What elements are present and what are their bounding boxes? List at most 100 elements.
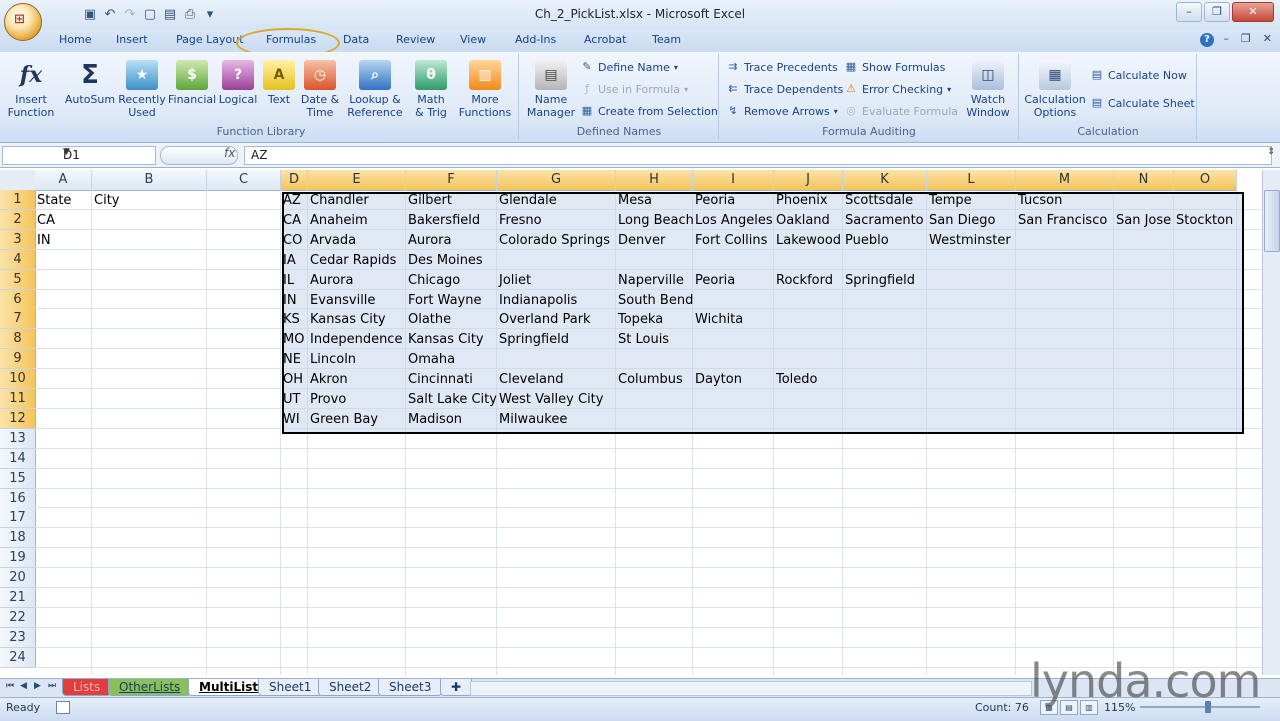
row-header-23[interactable]: 23 (0, 627, 36, 648)
cell[interactable]: Denver (618, 231, 665, 250)
tab-add-ins[interactable]: Add-Ins (515, 33, 556, 46)
row-header-10[interactable]: 10 (0, 369, 36, 390)
calculate-sheet-button[interactable]: ▤ Calculate Sheet (1090, 96, 1195, 110)
tab-page-layout[interactable]: Page Layout (176, 33, 244, 46)
row-header-15[interactable]: 15 (0, 468, 36, 489)
column-header-m[interactable]: M (1016, 170, 1114, 191)
math-trig-button[interactable]: θ Math & Trig (408, 60, 454, 119)
cell[interactable]: Arvada (310, 231, 356, 250)
cell[interactable]: Anaheim (310, 211, 368, 230)
cell[interactable]: Lakewood (776, 231, 841, 250)
cell[interactable]: San Diego (929, 211, 995, 230)
row-header-2[interactable]: 2 (0, 209, 36, 230)
cell[interactable]: Sacramento (845, 211, 924, 230)
row-header-13[interactable]: 13 (0, 428, 36, 449)
trace-precedents-button[interactable]: ⇉ Trace Precedents (726, 60, 837, 74)
row-header-6[interactable]: 6 (0, 289, 36, 310)
cell[interactable]: CO (283, 231, 302, 250)
cell[interactable]: KS (283, 310, 300, 329)
show-formulas-button[interactable]: ▦ Show Formulas (844, 60, 946, 74)
column-header-o[interactable]: O (1174, 170, 1237, 191)
cell[interactable]: IN (283, 291, 297, 310)
column-header-n[interactable]: N (1114, 170, 1174, 191)
cell[interactable]: Colorado Springs (499, 231, 610, 250)
define-name-button[interactable]: ✎ Define Name ▾ (580, 60, 677, 74)
select-all-corner[interactable] (0, 170, 36, 191)
cell[interactable]: Columbus (618, 370, 683, 389)
cell[interactable]: Madison (408, 410, 462, 429)
last-sheet-icon[interactable]: ⏭ (48, 681, 56, 691)
row-header-9[interactable]: 9 (0, 349, 36, 370)
sheet-tab-multilist[interactable]: MultiList (188, 679, 270, 696)
row-header-5[interactable]: 5 (0, 269, 36, 290)
evaluate-formula-button[interactable]: ◎ Evaluate Formula (844, 104, 958, 118)
horizontal-scrollbar[interactable] (470, 681, 1032, 696)
macro-record-icon[interactable] (56, 701, 70, 714)
date-time-button[interactable]: ◷ Date & Time (300, 60, 340, 119)
cell[interactable]: West Valley City (499, 390, 603, 409)
cell[interactable]: Pueblo (845, 231, 889, 250)
sheet-tab-lists[interactable]: Lists (62, 679, 112, 696)
cell[interactable]: Joliet (499, 271, 531, 290)
row-header-21[interactable]: 21 (0, 588, 36, 608)
sheet-tab-otherlists[interactable]: OtherLists (108, 679, 192, 696)
cell[interactable]: Aurora (408, 231, 451, 250)
row-header-4[interactable]: 4 (0, 249, 36, 270)
column-header-k[interactable]: K (843, 170, 927, 191)
cell[interactable]: Bakersfield (408, 211, 480, 230)
cell[interactable]: CA (37, 211, 55, 230)
cell[interactable]: Tempe (929, 191, 972, 210)
first-sheet-icon[interactable]: ⏮ (6, 681, 14, 691)
cell[interactable]: Mesa (618, 191, 652, 210)
cell[interactable]: Kansas City (310, 310, 386, 329)
cell[interactable]: MO (283, 330, 304, 349)
cell[interactable]: WI (283, 410, 300, 429)
prev-sheet-icon[interactable]: ◀ (20, 681, 27, 691)
cell[interactable]: Omaha (408, 350, 455, 369)
row-header-8[interactable]: 8 (0, 329, 36, 350)
calculate-now-button[interactable]: ▤ Calculate Now (1090, 68, 1187, 82)
restore-button[interactable]: ❐ (1204, 2, 1230, 22)
cell[interactable]: Naperville (618, 271, 684, 290)
column-header-e[interactable]: E (308, 170, 406, 191)
column-header-h[interactable]: H (616, 170, 693, 191)
cell[interactable]: Green Bay (310, 410, 378, 429)
cell[interactable]: Peoria (695, 191, 735, 210)
cell[interactable]: Lincoln (310, 350, 356, 369)
cell[interactable]: Tucson (1018, 191, 1062, 210)
minimize-button[interactable]: – (1176, 2, 1202, 22)
cell[interactable]: Independence (310, 330, 402, 349)
vertical-scroll-thumb[interactable] (1264, 190, 1280, 252)
cell[interactable]: Phoenix (776, 191, 828, 210)
row-header-18[interactable]: 18 (0, 528, 36, 549)
cell[interactable]: AZ (283, 191, 301, 210)
tab-view[interactable]: View (460, 33, 486, 46)
cell[interactable]: Salt Lake City (408, 390, 497, 409)
row-header-20[interactable]: 20 (0, 568, 36, 589)
cell[interactable]: IA (283, 251, 296, 270)
cell[interactable]: Indianapolis (499, 291, 577, 310)
cell[interactable]: Stockton (1176, 211, 1233, 230)
cell[interactable]: Chicago (408, 271, 460, 290)
tab-home[interactable]: Home (59, 33, 91, 46)
cell[interactable]: Cincinnati (408, 370, 473, 389)
name-manager-button[interactable]: ▤ Name Manager (524, 60, 578, 119)
tab-data[interactable]: Data (343, 33, 369, 46)
cell[interactable]: CA (283, 211, 301, 230)
cell[interactable]: Wichita (695, 310, 743, 329)
sheet-tab-sheet2[interactable]: Sheet2 (318, 679, 383, 696)
cell[interactable]: Aurora (310, 271, 353, 290)
cell[interactable]: NE (283, 350, 301, 369)
calculation-options-button[interactable]: ▦ Calculation Options (1024, 60, 1086, 119)
use-in-formula-button[interactable]: ƒ Use in Formula ▾ (580, 82, 688, 96)
cell[interactable]: San Jose (1116, 211, 1171, 230)
cell[interactable]: San Francisco (1018, 211, 1107, 230)
row-header-16[interactable]: 16 (0, 488, 36, 509)
cell[interactable]: Oakland (776, 211, 830, 230)
column-header-a[interactable]: A (35, 170, 92, 191)
cell[interactable]: St Louis (618, 330, 669, 349)
workbook-restore-icon[interactable]: ❐ (1241, 32, 1251, 45)
create-from-selection-button[interactable]: ▦ Create from Selection (580, 104, 718, 118)
column-header-c[interactable]: C (207, 170, 281, 191)
insert-function-icon[interactable]: fx (224, 146, 235, 160)
